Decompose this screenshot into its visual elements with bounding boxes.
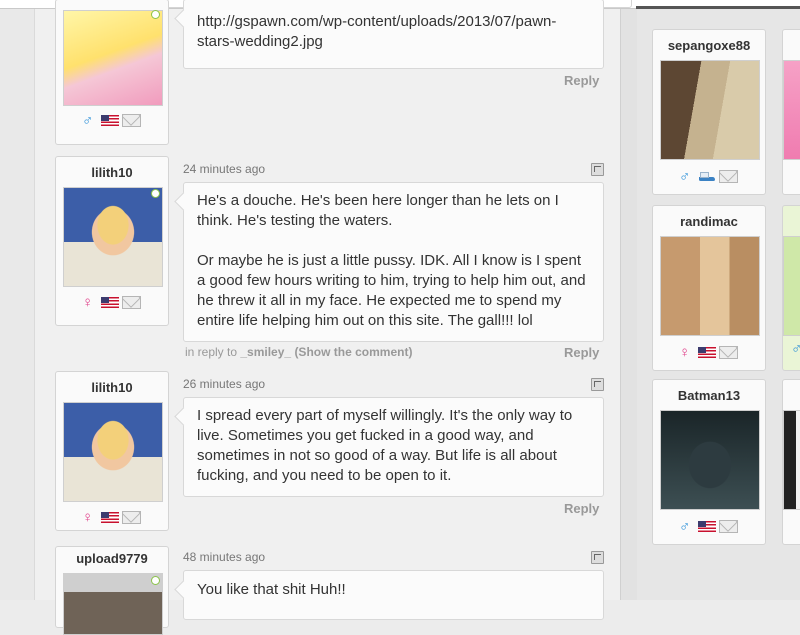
user-icons: ♂	[679, 168, 738, 186]
comment-timestamp: 48 minutes ago	[183, 550, 266, 564]
user-avatar[interactable]	[660, 236, 760, 336]
show-comment-link[interactable]: (Show the comment)	[294, 345, 412, 359]
sidebar-user-card[interactable]	[782, 379, 800, 545]
in-reply-user-link[interactable]: _smiley_	[240, 345, 291, 359]
user-avatar[interactable]	[783, 236, 800, 336]
female-gender-icon: ♀	[82, 509, 94, 527]
user-avatar[interactable]	[660, 60, 760, 160]
user-card[interactable]: ♂	[55, 0, 169, 145]
female-gender-icon: ♀	[679, 344, 691, 362]
user-icons: ♀	[82, 294, 141, 312]
user-icons: ♂	[82, 112, 141, 130]
user-avatar[interactable]	[660, 410, 760, 510]
online-status-icon	[151, 189, 160, 198]
us-flag-icon	[101, 512, 119, 524]
username[interactable]: lilith10	[56, 165, 168, 180]
mail-icon[interactable]	[122, 296, 141, 310]
sidebar-user-card[interactable]: ♂	[782, 205, 800, 371]
mail-icon[interactable]	[122, 114, 141, 128]
user-avatar[interactable]	[63, 402, 163, 502]
user-avatar[interactable]	[783, 410, 800, 510]
comment-text: I spread every part of myself willingly.…	[197, 407, 573, 484]
sidebar-user-card[interactable]: randimac ♀	[652, 205, 766, 371]
reply-link[interactable]: Reply	[564, 73, 599, 88]
sidebar-user-card[interactable]: Batman13 ♂	[652, 379, 766, 545]
male-gender-icon: ♂	[82, 112, 94, 130]
report-flag-icon[interactable]	[591, 163, 604, 176]
user-icons: ♀	[82, 509, 141, 527]
comment-timestamp: 26 minutes ago	[183, 377, 266, 391]
in-reply-to: in reply to _smiley_ (Show the comment)	[185, 345, 412, 359]
comment-timestamp: 24 minutes ago	[183, 162, 266, 176]
mail-icon[interactable]	[122, 511, 141, 525]
female-gender-icon: ♀	[82, 294, 94, 312]
user-icons: ♂	[679, 518, 738, 536]
sidebar-user-card[interactable]	[782, 29, 800, 195]
column-divider	[620, 9, 638, 600]
username[interactable]: upload9779	[56, 551, 168, 566]
user-card[interactable]: upload9779	[55, 546, 169, 635]
comment-bubble: http://gspawn.com/wp-content/uploads/201…	[183, 0, 604, 69]
comment-text: Or maybe he is just a little pussy. IDK.…	[197, 252, 586, 329]
comment-bubble: You like that shit Huh!!	[183, 570, 604, 620]
comment-bubble: I spread every part of myself willingly.…	[183, 397, 604, 497]
online-users-sidebar: sepangoxe88 ♂ randimac ♀ ♂ Batman13 ♂	[637, 9, 800, 600]
comment-text: He's a douche. He's been here longer tha…	[197, 192, 559, 229]
online-status-icon	[151, 576, 160, 585]
user-icons: ♀	[679, 344, 738, 362]
user-avatar[interactable]	[783, 60, 800, 160]
us-flag-icon	[101, 297, 119, 309]
mail-icon[interactable]	[719, 170, 738, 184]
us-flag-icon	[101, 115, 119, 127]
us-flag-icon	[698, 521, 716, 533]
username[interactable]: Batman13	[653, 388, 765, 403]
reply-link[interactable]: Reply	[564, 345, 599, 360]
left-gutter	[0, 9, 35, 600]
male-gender-icon: ♂	[791, 340, 800, 357]
comment-text: http://gspawn.com/wp-content/uploads/201…	[197, 13, 557, 50]
user-card[interactable]: lilith10 ♀	[55, 156, 169, 326]
reply-link[interactable]: Reply	[564, 501, 599, 516]
user-avatar[interactable]	[63, 187, 163, 287]
shoe-icon	[698, 171, 716, 182]
user-avatar[interactable]	[63, 10, 163, 106]
comment-bubble: He's a douche. He's been here longer tha…	[183, 182, 604, 342]
user-card[interactable]: lilith10 ♀	[55, 371, 169, 531]
username[interactable]: sepangoxe88	[653, 38, 765, 53]
comment-feed: ♂ http://gspawn.com/wp-content/uploads/2…	[35, 0, 620, 635]
mail-icon[interactable]	[719, 520, 738, 534]
report-flag-icon[interactable]	[591, 551, 604, 564]
username[interactable]: randimac	[653, 214, 765, 229]
sidebar-user-card[interactable]: sepangoxe88 ♂	[652, 29, 766, 195]
mail-icon[interactable]	[719, 346, 738, 360]
report-flag-icon[interactable]	[591, 378, 604, 391]
online-status-icon	[151, 10, 160, 19]
comment-text: You like that shit Huh!!	[197, 581, 346, 598]
male-gender-icon: ♂	[679, 518, 691, 536]
in-reply-prefix: in reply to	[185, 345, 238, 359]
user-avatar[interactable]	[63, 573, 163, 635]
male-gender-icon: ♂	[679, 168, 691, 186]
username[interactable]: lilith10	[56, 380, 168, 395]
us-flag-icon	[698, 347, 716, 359]
